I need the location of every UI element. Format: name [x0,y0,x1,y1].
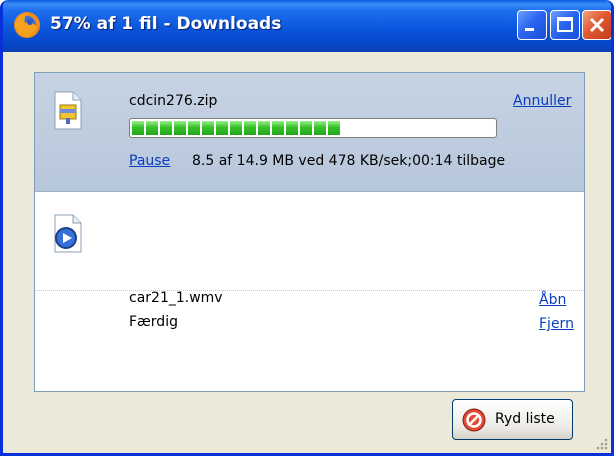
pause-link[interactable]: Pause [129,153,170,169]
progress-segment [174,121,186,135]
progress-segment [300,121,312,135]
download-filename: cdcin276.zip [129,93,218,109]
progress-segment [258,121,270,135]
wmv-file-icon [54,214,82,253]
minimize-icon [525,28,534,31]
download-filename: car21_1.wmv [129,290,223,306]
progress-segment [230,121,242,135]
progress-segment [272,121,284,135]
close-button[interactable] [582,10,611,40]
progress-segment [216,121,228,135]
clear-list-label: Ryd liste [495,411,555,427]
clear-list-button[interactable]: Ryd liste [452,399,573,440]
maximize-button[interactable] [550,10,580,40]
progress-segment [286,121,298,135]
minimize-button[interactable] [517,10,547,40]
progress-segment [202,121,214,135]
open-link[interactable]: Åbn [539,292,566,308]
maximize-icon [557,17,573,32]
close-icon [589,17,605,33]
progress-fill [132,121,340,135]
remove-link[interactable]: Fjern [539,316,574,332]
download-status: 8.5 af 14.9 MB ved 478 KB/sek;00:14 tilb… [192,153,506,169]
progress-segment [244,121,256,135]
progress-segment [132,121,144,135]
download-item-completed[interactable]: car21_1.wmv Færdig Åbn Fjern [35,192,584,332]
progress-segment [188,121,200,135]
progress-segment [160,121,172,135]
downloads-window: 57% af 1 fil - Downloads cdcin276.zip An… [0,0,614,456]
title-bar[interactable]: 57% af 1 fil - Downloads [3,0,611,52]
clear-list-icon [462,408,486,432]
progress-segment [328,121,340,135]
resize-grip-icon[interactable] [595,437,609,451]
progress-segment [314,121,326,135]
firefox-icon [14,12,40,38]
progress-segment [146,121,158,135]
window-title: 57% af 1 fil - Downloads [50,14,282,34]
cancel-link[interactable]: Annuller [513,93,571,109]
download-status: Færdig [129,314,178,330]
zip-file-icon [54,91,82,130]
download-item-active[interactable]: cdcin276.zip Annuller Pause 8.5 af 14.9 … [35,73,584,192]
downloads-list: cdcin276.zip Annuller Pause 8.5 af 14.9 … [34,72,585,392]
download-progress-bar [129,118,497,138]
